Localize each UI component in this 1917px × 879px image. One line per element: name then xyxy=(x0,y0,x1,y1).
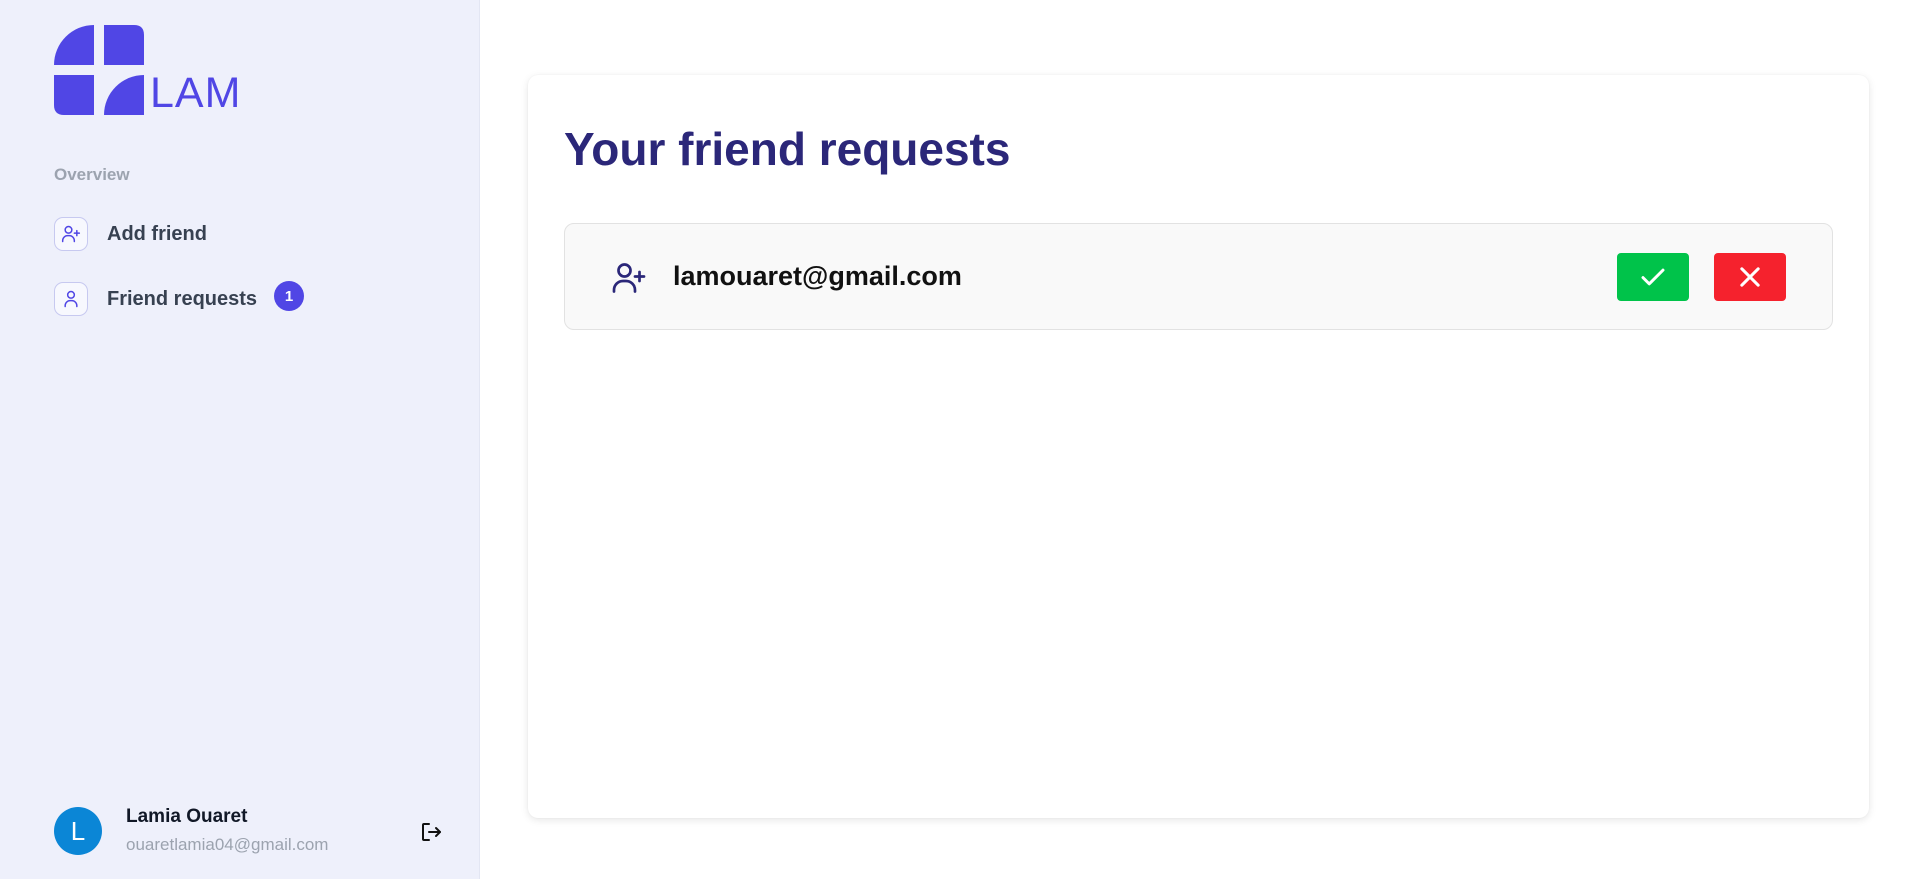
logo-mark-icon xyxy=(54,25,144,115)
sidebar-item-add-friend[interactable]: Add friend xyxy=(54,216,207,252)
check-icon xyxy=(1641,268,1665,286)
deny-request-button[interactable] xyxy=(1714,253,1786,301)
friend-request-item: lamouaret@gmail.com xyxy=(564,223,1833,330)
friend-requests-count-badge: 1 xyxy=(274,281,305,311)
sign-out-icon xyxy=(422,823,441,841)
user-email: ouaretlamia04@gmail.com xyxy=(126,835,329,854)
user-plus-icon xyxy=(54,217,88,251)
user-profile: L Lamia Ouaret ouaretlamia04@gmail.com xyxy=(54,805,328,857)
app-logo[interactable]: LAM xyxy=(54,25,241,115)
sidebar-item-label: Add friend xyxy=(107,222,207,245)
sidebar: LAM Overview Add friend Friend requests … xyxy=(0,0,480,879)
request-sender-email: lamouaret@gmail.com xyxy=(673,261,962,291)
sign-out-button[interactable] xyxy=(418,819,444,845)
accept-request-button[interactable] xyxy=(1617,253,1689,301)
user-plus-icon xyxy=(612,263,646,293)
user-name: Lamia Ouaret xyxy=(126,806,248,827)
page-title: Your friend requests xyxy=(564,123,1011,175)
x-icon xyxy=(1740,267,1760,287)
avatar: L xyxy=(54,807,102,855)
user-info: Lamia Ouaret ouaretlamia04@gmail.com xyxy=(126,805,328,857)
section-label-overview: Overview xyxy=(54,165,130,184)
logo-text: LAM xyxy=(150,69,242,117)
sidebar-item-label: Friend requests xyxy=(107,287,258,310)
user-icon xyxy=(54,282,88,316)
sidebar-item-friend-requests[interactable]: Friend requests 1 xyxy=(54,281,305,317)
friend-requests-panel: Your friend requests lamouaret@gmail.com xyxy=(528,75,1869,818)
